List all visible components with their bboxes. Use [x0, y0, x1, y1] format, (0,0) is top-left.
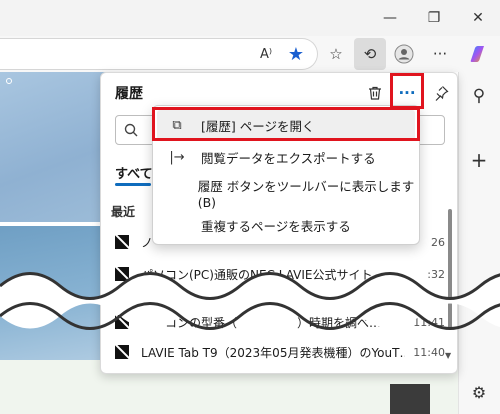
settings-icon[interactable]: ⚙	[463, 376, 495, 408]
history-item-title: LAVIE Tab T9（2023年05月発表機種）のYouT…	[141, 345, 406, 360]
history-panel-title: 履歴	[115, 86, 143, 102]
favorite-star-icon[interactable]: ★	[280, 38, 312, 70]
menu-item-label: 閲覧データをエクスポートする	[201, 150, 376, 166]
site-favicon-icon	[115, 345, 129, 359]
title-bar: — ❐ ✕	[0, 0, 500, 36]
history-item-time: 11:40	[413, 345, 445, 359]
show-history-button-item[interactable]: 履歴 ボタンをツールバーに表示します(B)	[157, 178, 415, 210]
export-icon: |→	[169, 149, 185, 165]
delete-history-icon[interactable]	[361, 79, 389, 107]
tab-all[interactable]: すべて	[115, 163, 153, 182]
show-duplicates-item[interactable]: 重複するページを表示する	[157, 210, 415, 240]
screenshot-break-wave	[0, 272, 500, 330]
search-field-icon	[124, 123, 138, 137]
external-link-icon: ⧉	[172, 117, 182, 133]
open-history-page-item[interactable]: ⧉ [履歴] ページを開く	[157, 110, 415, 140]
history-item-time: 26	[431, 235, 445, 249]
browser-toolbar: A⁾ ★ ☆ ⟲ ···	[0, 36, 500, 72]
export-browsing-data-item[interactable]: |→ 閲覧データをエクスポートする	[157, 142, 415, 172]
section-recent: 最近	[111, 205, 136, 219]
more-options-button[interactable]: ···	[393, 79, 421, 107]
history-more-menu: ⧉ [履歴] ページを開く |→ 閲覧データをエクスポートする 履歴 ボタンをツ…	[152, 105, 420, 245]
favorites-icon[interactable]: ☆	[320, 38, 352, 70]
copilot-icon[interactable]	[462, 38, 494, 70]
minimize-icon[interactable]: —	[368, 0, 412, 36]
scroll-down-icon[interactable]: ▼	[445, 351, 451, 360]
add-icon[interactable]: +	[463, 144, 495, 176]
restore-icon[interactable]: ❐	[412, 0, 456, 36]
right-sidebar: ⚲ + ⚙	[458, 72, 500, 414]
tab-active-indicator	[115, 183, 151, 186]
close-icon[interactable]: ✕	[456, 0, 500, 36]
menu-item-label: 重複するページを表示する	[201, 218, 351, 234]
menu-item-label: 履歴 ボタンをツールバーに表示します(B)	[197, 179, 415, 210]
site-favicon-icon	[115, 235, 129, 249]
page-dark-block	[390, 384, 430, 414]
page-image-sky	[0, 72, 108, 222]
pin-icon[interactable]	[427, 79, 455, 107]
profile-icon[interactable]	[388, 38, 420, 70]
read-aloud-icon[interactable]: A⁾	[250, 38, 282, 70]
menu-item-label: [履歴] ページを開く	[201, 118, 315, 134]
history-icon[interactable]: ⟲	[354, 38, 386, 70]
more-icon[interactable]: ···	[424, 38, 456, 70]
carousel-dot-icon	[6, 78, 12, 84]
search-icon[interactable]: ⚲	[463, 80, 495, 112]
